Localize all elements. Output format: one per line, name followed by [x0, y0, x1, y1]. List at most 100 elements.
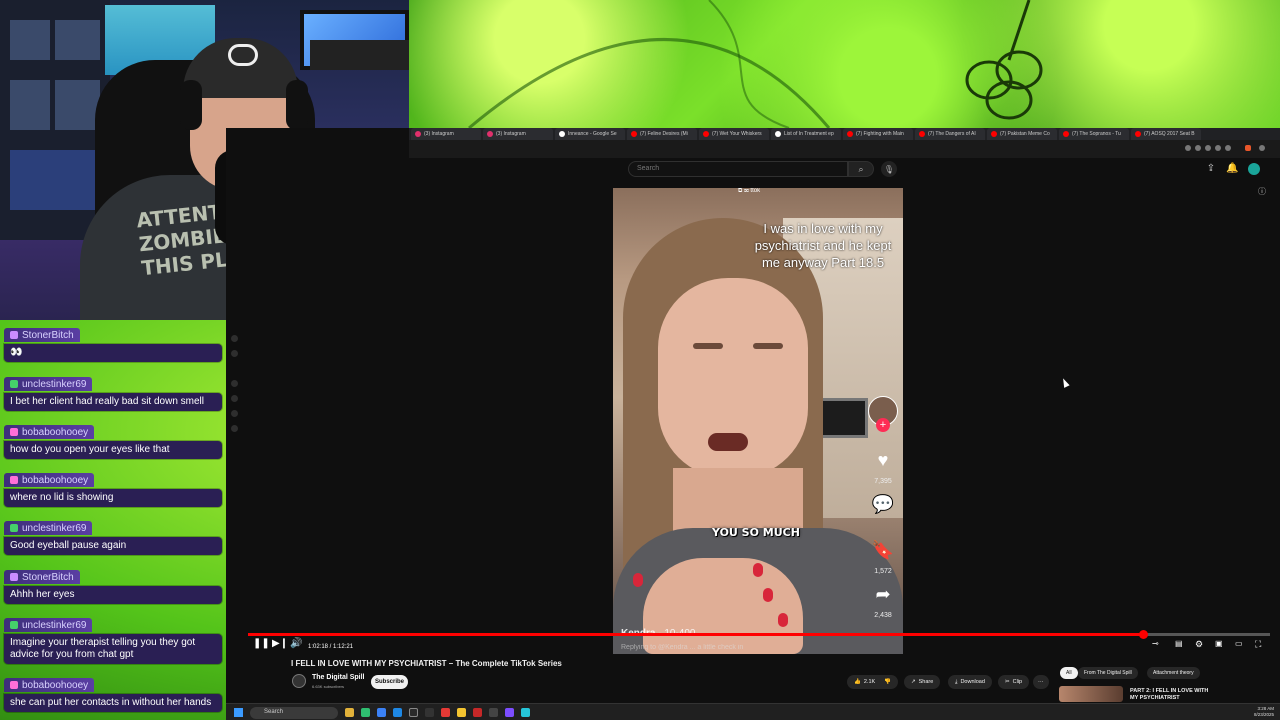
chat-username[interactable]: unclestinker69 [4, 521, 93, 535]
tab-favicon-icon [991, 131, 997, 137]
browser-tab[interactable]: (7) The Sopranos - Tu [1059, 128, 1129, 140]
tab-favicon-icon [487, 131, 493, 137]
app-icon-10[interactable] [521, 708, 530, 717]
app-icon-9[interactable] [505, 708, 514, 717]
bookmark-icon: 🔖 [871, 540, 895, 560]
chat-username[interactable]: StonerBitch [4, 328, 80, 342]
browser-tab[interactable]: (7) The Dangers of AI [915, 128, 985, 140]
browser-tab[interactable]: (3) Instagram [411, 128, 481, 140]
browser-tab[interactable]: (7) Feline Desires (Mi [627, 128, 697, 140]
progress-bar[interactable] [248, 630, 1270, 639]
taskbar-search[interactable]: Search [250, 707, 338, 719]
app-icon-2[interactable] [377, 708, 386, 717]
like-button[interactable]: 👍 2.1K 👎 [847, 675, 899, 689]
chip-from-channel[interactable]: From The Digital Spill [1078, 667, 1138, 679]
windows-start-icon[interactable] [234, 708, 243, 717]
tiktok-comment: 💬 [869, 494, 897, 514]
captions-button[interactable]: ▤ [1175, 638, 1183, 650]
pause-button[interactable]: ❚❚ [253, 638, 270, 650]
theater-button[interactable]: ▭ [1235, 638, 1243, 650]
clip-label: Clip [1012, 679, 1023, 685]
gear-icon: ⚙ [1195, 639, 1204, 649]
voice-search-button[interactable]: 🎙 [881, 161, 897, 177]
volume-button[interactable]: 🔊 [290, 638, 302, 650]
steam-icon[interactable] [393, 708, 402, 717]
chip-attachment-theory[interactable]: Attachment theory [1147, 667, 1200, 679]
chat-badge-icon [10, 476, 18, 484]
chat-message-text: Good eyeball pause again [4, 537, 222, 555]
video-title: I FELL IN LOVE WITH MY PSYCHIATRIST – Th… [291, 659, 562, 668]
stream-layout: ATTENTIVE ZOMBIES THIS PLAN StonerBitch 👀 u… [0, 0, 1280, 720]
chat-username[interactable]: bobaboohooey [4, 473, 95, 487]
app-icon-5[interactable] [441, 708, 450, 717]
pause-icon: ❚❚ [253, 638, 270, 649]
autoplay-toggle[interactable]: ⊸ [1152, 638, 1159, 650]
chip-all[interactable]: All [1060, 667, 1078, 679]
chat-badge-icon [10, 621, 18, 629]
recommendation-title[interactable]: PART 2: I FELL IN LOVE WITH MY PSYCHIATR… [1130, 688, 1210, 702]
browser-tab[interactable]: (7) Fighting with Main [843, 128, 913, 140]
more-icon: ··· [1038, 679, 1044, 685]
volume-icon: 🔊 [290, 638, 303, 649]
theater-icon: ▭ [1235, 639, 1243, 648]
search-button[interactable]: ⌕ [848, 161, 874, 177]
download-button[interactable]: ⤓ Download [948, 675, 992, 689]
tab-favicon-icon [775, 131, 781, 137]
clip-button[interactable]: ✂ Clip [998, 675, 1030, 689]
app-icon-8[interactable] [489, 708, 498, 717]
scissors-icon: ✂ [1005, 679, 1010, 685]
app-icon-1[interactable] [361, 708, 370, 717]
captions-icon: ▤ [1175, 639, 1183, 648]
chat-username[interactable]: unclestinker69 [4, 377, 93, 391]
channel-avatar[interactable] [292, 674, 306, 688]
miniplayer-button[interactable]: ▣ [1215, 638, 1223, 650]
file-explorer-icon[interactable] [345, 708, 354, 717]
next-button[interactable]: ▶❙ [272, 638, 288, 650]
tiktok-save: 🔖 1,572 [869, 540, 897, 578]
chat-username[interactable]: StonerBitch [4, 570, 80, 584]
app-icon-7[interactable] [473, 708, 482, 717]
create-button[interactable]: ⇪ [1205, 163, 1217, 175]
settings-button[interactable]: ⚙ [1195, 638, 1203, 650]
browser-tab[interactable]: List of In Treatment ep [771, 128, 841, 140]
channel-name[interactable]: The Digital Spill [312, 674, 365, 681]
video-player[interactable]: ⧉ ⌧ ttok I was in love with my psychiatr… [613, 188, 903, 654]
more-actions-button[interactable]: ··· [1033, 675, 1049, 689]
chat-username[interactable]: unclestinker69 [4, 618, 93, 632]
youtube-mini-guide [226, 320, 244, 703]
info-icon[interactable]: ⓘ [1256, 186, 1268, 198]
taskbar-clock[interactable]: 3:28 AM 8/23/2025 [1254, 706, 1274, 718]
video-overlay-caption: I was in love with my psychiatrist and h… [754, 221, 892, 270]
browser-tab[interactable]: Inneance - Google Se [555, 128, 625, 140]
browser-tab[interactable]: (7) Wet Your Whiskers [699, 128, 769, 140]
fullscreen-icon: ⛶ [1255, 639, 1262, 649]
app-icon-6[interactable] [457, 708, 466, 717]
chat-message-text: where no lid is showing [4, 489, 222, 507]
browser-toolbar [409, 140, 1280, 158]
chat-badge-icon [10, 573, 18, 581]
browser-tab-strip: (3) Instagram (3) Instagram Inneance - Goo… [409, 128, 1280, 140]
chat-message: StonerBitch 👀 [4, 326, 222, 362]
thumbs-down-icon: 👎 [884, 679, 892, 685]
chat-username[interactable]: bobaboohooey [4, 678, 95, 692]
browser-tab[interactable]: (7) AOSQ 2017 Seat B [1131, 128, 1201, 140]
browser-tab[interactable]: (7) Pakistan Meme Co [987, 128, 1057, 140]
notifications-button[interactable]: 🔔 [1226, 163, 1238, 175]
share-button[interactable]: ↗ Share [904, 675, 941, 689]
chat-username[interactable]: bobaboohooey [4, 425, 95, 439]
subscribe-button[interactable]: Subscribe [371, 675, 408, 689]
fullscreen-button[interactable]: ⛶ [1255, 638, 1261, 650]
stream-chat: StonerBitch 👀 unclestinker69 I bet her clie… [0, 320, 226, 720]
recommendation-thumbnail[interactable] [1059, 686, 1123, 702]
next-icon: ▶❙ [272, 638, 289, 649]
tab-favicon-icon [415, 131, 421, 137]
browser-tab[interactable]: (3) Instagram [483, 128, 553, 140]
heart-icon: ♥ [877, 450, 889, 470]
account-avatar[interactable] [1248, 163, 1260, 175]
app-icon-4[interactable] [425, 708, 434, 717]
share-count: 2,438 [874, 612, 892, 619]
video-overlay-icons: ⧉ ⌧ ttok [738, 188, 761, 194]
chat-message: StonerBitch Ahhh her eyes [4, 568, 222, 604]
app-icon-3[interactable] [409, 708, 418, 717]
search-input[interactable]: Search [628, 161, 848, 177]
